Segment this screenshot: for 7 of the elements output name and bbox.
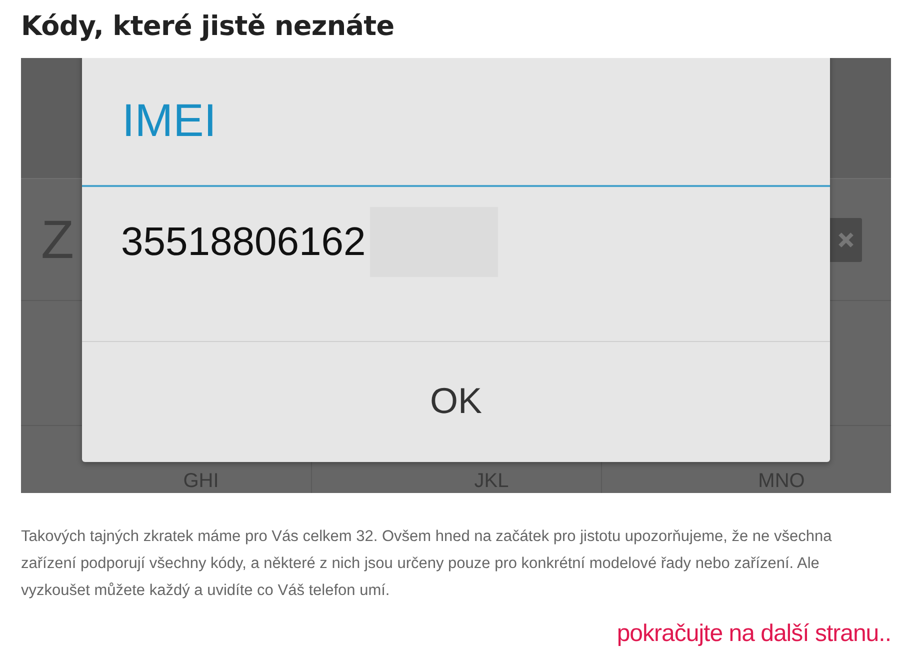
next-page-link[interactable]: pokračujte na další stranu.. xyxy=(616,620,891,648)
ok-button[interactable]: OK xyxy=(82,342,830,460)
imei-number: 35518806162 xyxy=(121,219,366,266)
dialog-title: IMEI xyxy=(82,58,830,187)
article-paragraph: Takových tajných zkratek máme pro Vás celkem 32. Ovšem hned na začátek pro jistotu upozorňujeme, že ne všechna zařízení podporují všechny kódy, a některé z nich jsou určeny pouze pro konkrétní modelové řady nebo zařízení. Ale vyzkoušet můžete každý a uvidíte co Váš telefon umí. xyxy=(21,527,833,601)
article-title: Kódy, které jistě neznáte xyxy=(21,10,396,44)
backspace-icon xyxy=(828,218,862,262)
